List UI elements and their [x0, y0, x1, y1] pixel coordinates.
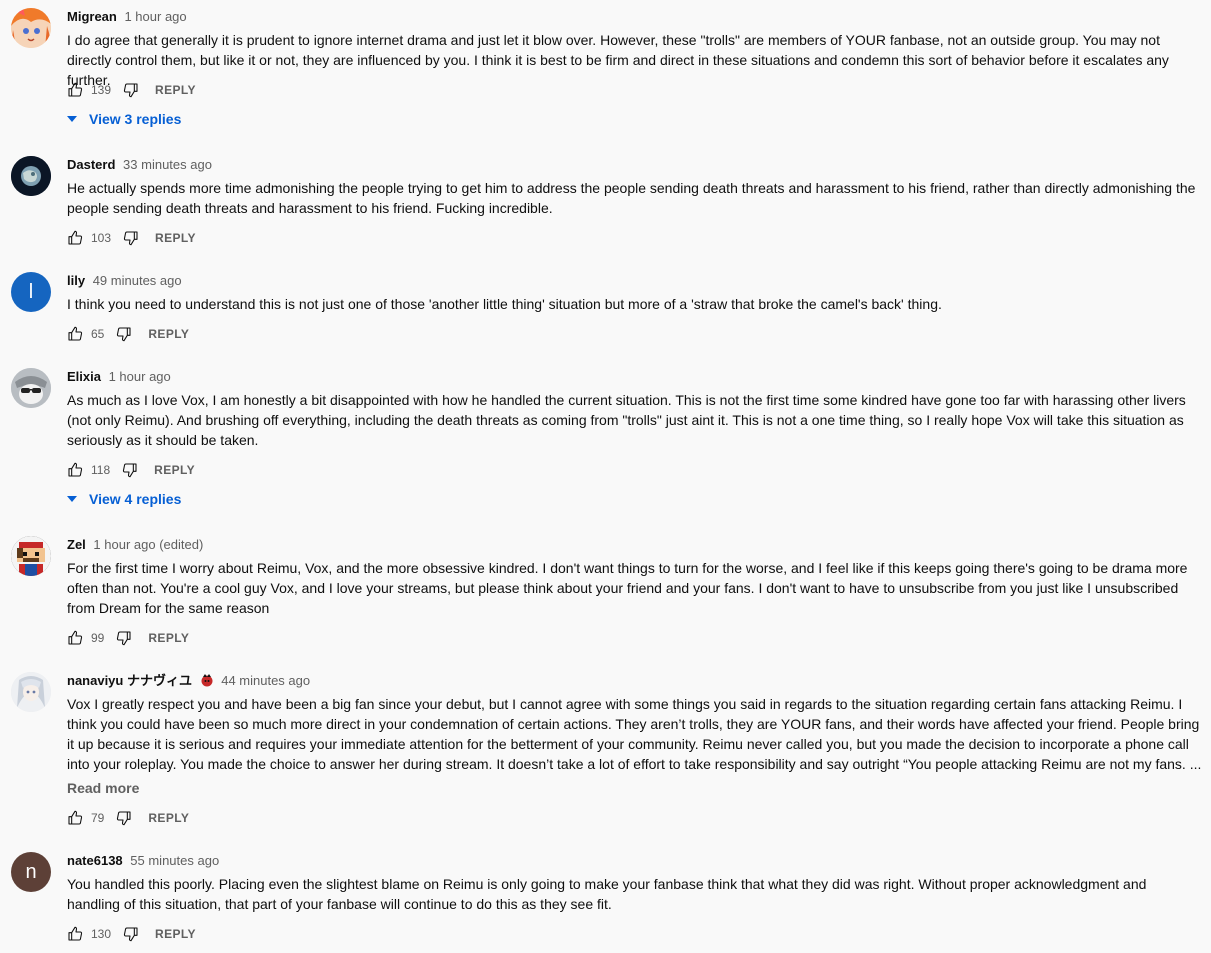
comment-header: nanaviyu ナナヴィユ 44 minutes ago — [67, 672, 1202, 690]
like-count: 118 — [91, 463, 111, 477]
author-name[interactable]: lily — [67, 273, 85, 288]
caret-down-icon — [67, 496, 77, 502]
comment-actions: 65 REPLY — [67, 324, 189, 344]
avatar-image — [11, 368, 51, 408]
comment-actions: 118 REPLY — [67, 460, 195, 480]
author-name[interactable]: Migrean — [67, 9, 117, 24]
comment-text: Vox I greatly respect you and have been … — [67, 696, 1202, 772]
view-replies-label: View 4 replies — [89, 491, 182, 507]
view-replies-button[interactable]: View 3 replies — [67, 109, 181, 129]
comment-header: Dasterd 33 minutes ago — [67, 156, 1202, 174]
reply-button[interactable]: REPLY — [148, 327, 189, 341]
comment-time[interactable]: 1 hour ago (edited) — [93, 537, 203, 552]
like-count: 99 — [91, 631, 105, 645]
author-name[interactable]: nate6138 — [67, 853, 123, 868]
comment-time[interactable]: 1 hour ago — [109, 369, 171, 384]
like-icon[interactable] — [67, 230, 83, 246]
like-icon[interactable] — [67, 926, 83, 942]
avatar-image — [11, 536, 51, 576]
comment-header: nate6138 55 minutes ago — [67, 852, 1202, 870]
comment-header: lily 49 minutes ago — [67, 272, 1202, 290]
avatar-letter: n — [25, 860, 37, 883]
like-count: 130 — [91, 927, 112, 941]
comment-body: Elixia 1 hour ago As much as I love Vox,… — [67, 368, 1202, 450]
avatar-image — [11, 8, 51, 48]
dislike-icon[interactable] — [116, 630, 132, 646]
dislike-icon[interactable] — [123, 82, 139, 98]
dislike-icon[interactable] — [116, 810, 132, 826]
comment-text: For the first time I worry about Reimu, … — [67, 560, 1188, 616]
like-count: 103 — [91, 231, 112, 245]
comment-body: Migrean 1 hour ago I do agree that gener… — [67, 8, 1202, 90]
comment-actions: 103 REPLY — [67, 228, 196, 248]
comment-time[interactable]: 49 minutes ago — [93, 273, 182, 288]
comment-time[interactable]: 1 hour ago — [124, 9, 186, 24]
comment-time[interactable]: 44 minutes ago — [221, 673, 310, 688]
comment-time[interactable]: 55 minutes ago — [130, 853, 219, 868]
avatar[interactable] — [11, 672, 51, 712]
avatar[interactable] — [11, 536, 51, 576]
reply-button[interactable]: REPLY — [148, 811, 189, 825]
dislike-icon[interactable] — [122, 462, 138, 478]
view-replies-button[interactable]: View 4 replies — [67, 489, 181, 509]
comment-body: lily 49 minutes ago I think you need to … — [67, 272, 1202, 314]
read-more-button[interactable]: Read more — [67, 778, 1202, 798]
comment-body: nanaviyu ナナヴィユ 44 minutes ago Vox I grea… — [67, 672, 1202, 798]
reply-button[interactable]: REPLY — [155, 231, 196, 245]
like-icon[interactable] — [67, 630, 83, 646]
like-icon[interactable] — [67, 82, 83, 98]
like-icon[interactable] — [67, 462, 83, 478]
comment-body: Dasterd 33 minutes ago He actually spend… — [67, 156, 1202, 218]
avatar-image — [11, 156, 51, 196]
like-icon[interactable] — [67, 810, 83, 826]
avatar-letter: l — [28, 280, 34, 303]
comment-actions: 79 REPLY — [67, 808, 189, 828]
comment-body: nate6138 55 minutes ago You handled this… — [67, 852, 1202, 914]
comment-actions: 139 REPLY — [67, 80, 196, 100]
comment-text: You handled this poorly. Placing even th… — [67, 876, 1147, 912]
like-icon[interactable] — [67, 326, 83, 342]
avatar[interactable]: n — [11, 852, 51, 892]
avatar[interactable] — [11, 368, 51, 408]
comment-body: Zel 1 hour ago (edited) For the first ti… — [67, 536, 1202, 618]
comment-text: I do agree that generally it is prudent … — [67, 32, 1169, 88]
comment-header: Migrean 1 hour ago — [67, 8, 1202, 26]
reply-button[interactable]: REPLY — [154, 463, 195, 477]
author-name[interactable]: Elixia — [67, 369, 101, 384]
badge-icon — [200, 673, 214, 692]
comment-actions: 99 REPLY — [67, 628, 189, 648]
comment-text: He actually spends more time admonishing… — [67, 180, 1196, 216]
like-count: 65 — [91, 327, 105, 341]
author-name[interactable]: nanaviyu ナナヴィユ — [67, 673, 192, 688]
avatar-image — [11, 672, 51, 712]
reply-button[interactable]: REPLY — [148, 631, 189, 645]
author-name[interactable]: Zel — [67, 537, 86, 552]
dislike-icon[interactable] — [116, 326, 132, 342]
reply-button[interactable]: REPLY — [155, 927, 196, 941]
comment-text: As much as I love Vox, I am honestly a b… — [67, 392, 1186, 448]
comment-time[interactable]: 33 minutes ago — [123, 157, 212, 172]
caret-down-icon — [67, 116, 77, 122]
dislike-icon[interactable] — [123, 926, 139, 942]
comment-header: Zel 1 hour ago (edited) — [67, 536, 1202, 554]
view-replies-label: View 3 replies — [89, 111, 182, 127]
avatar[interactable] — [11, 156, 51, 196]
like-count: 139 — [91, 83, 112, 97]
author-name[interactable]: Dasterd — [67, 157, 115, 172]
avatar[interactable]: l — [11, 272, 51, 312]
dislike-icon[interactable] — [123, 230, 139, 246]
reply-button[interactable]: REPLY — [155, 83, 196, 97]
like-count: 79 — [91, 811, 105, 825]
comment-actions: 130 REPLY — [67, 924, 196, 944]
avatar[interactable] — [11, 8, 51, 48]
comment-text: I think you need to understand this is n… — [67, 296, 942, 312]
comment-header: Elixia 1 hour ago — [67, 368, 1202, 386]
